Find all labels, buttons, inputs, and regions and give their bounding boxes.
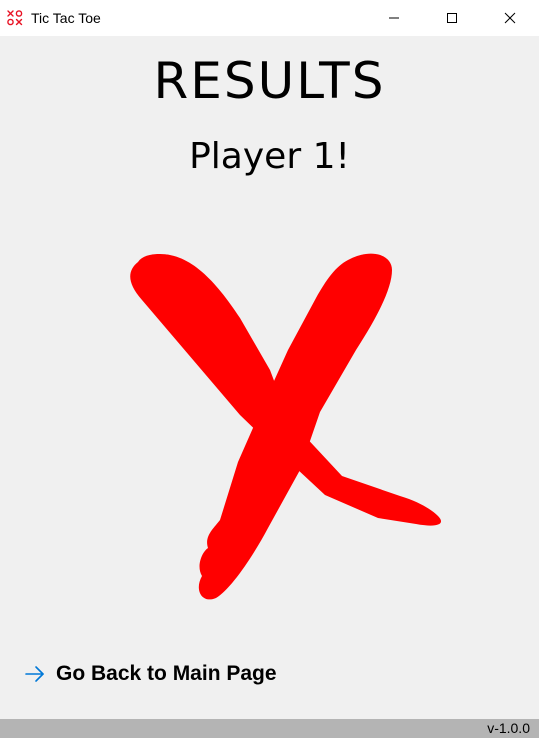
window-controls [365, 0, 539, 36]
maximize-button[interactable] [423, 0, 481, 36]
winner-x-icon [120, 240, 450, 610]
xo-app-icon [7, 10, 23, 26]
title-bar: Tic Tac Toe [0, 0, 539, 36]
maximize-icon [446, 9, 458, 28]
version-label: v-1.0.0 [487, 720, 530, 736]
results-heading: RESULTS [153, 52, 386, 110]
app-window: Tic Tac Toe RESULTS Player 1! Go Back to… [0, 0, 539, 738]
close-icon [504, 9, 516, 28]
close-button[interactable] [481, 0, 539, 36]
winner-label: Player 1! [189, 136, 350, 177]
window-title: Tic Tac Toe [31, 10, 101, 26]
arrow-right-icon [24, 665, 46, 683]
minimize-icon [388, 9, 400, 28]
minimize-button[interactable] [365, 0, 423, 36]
back-to-main-label: Go Back to Main Page [56, 662, 277, 685]
status-bar: v-1.0.0 [0, 719, 539, 738]
back-to-main-link[interactable]: Go Back to Main Page [24, 662, 277, 686]
